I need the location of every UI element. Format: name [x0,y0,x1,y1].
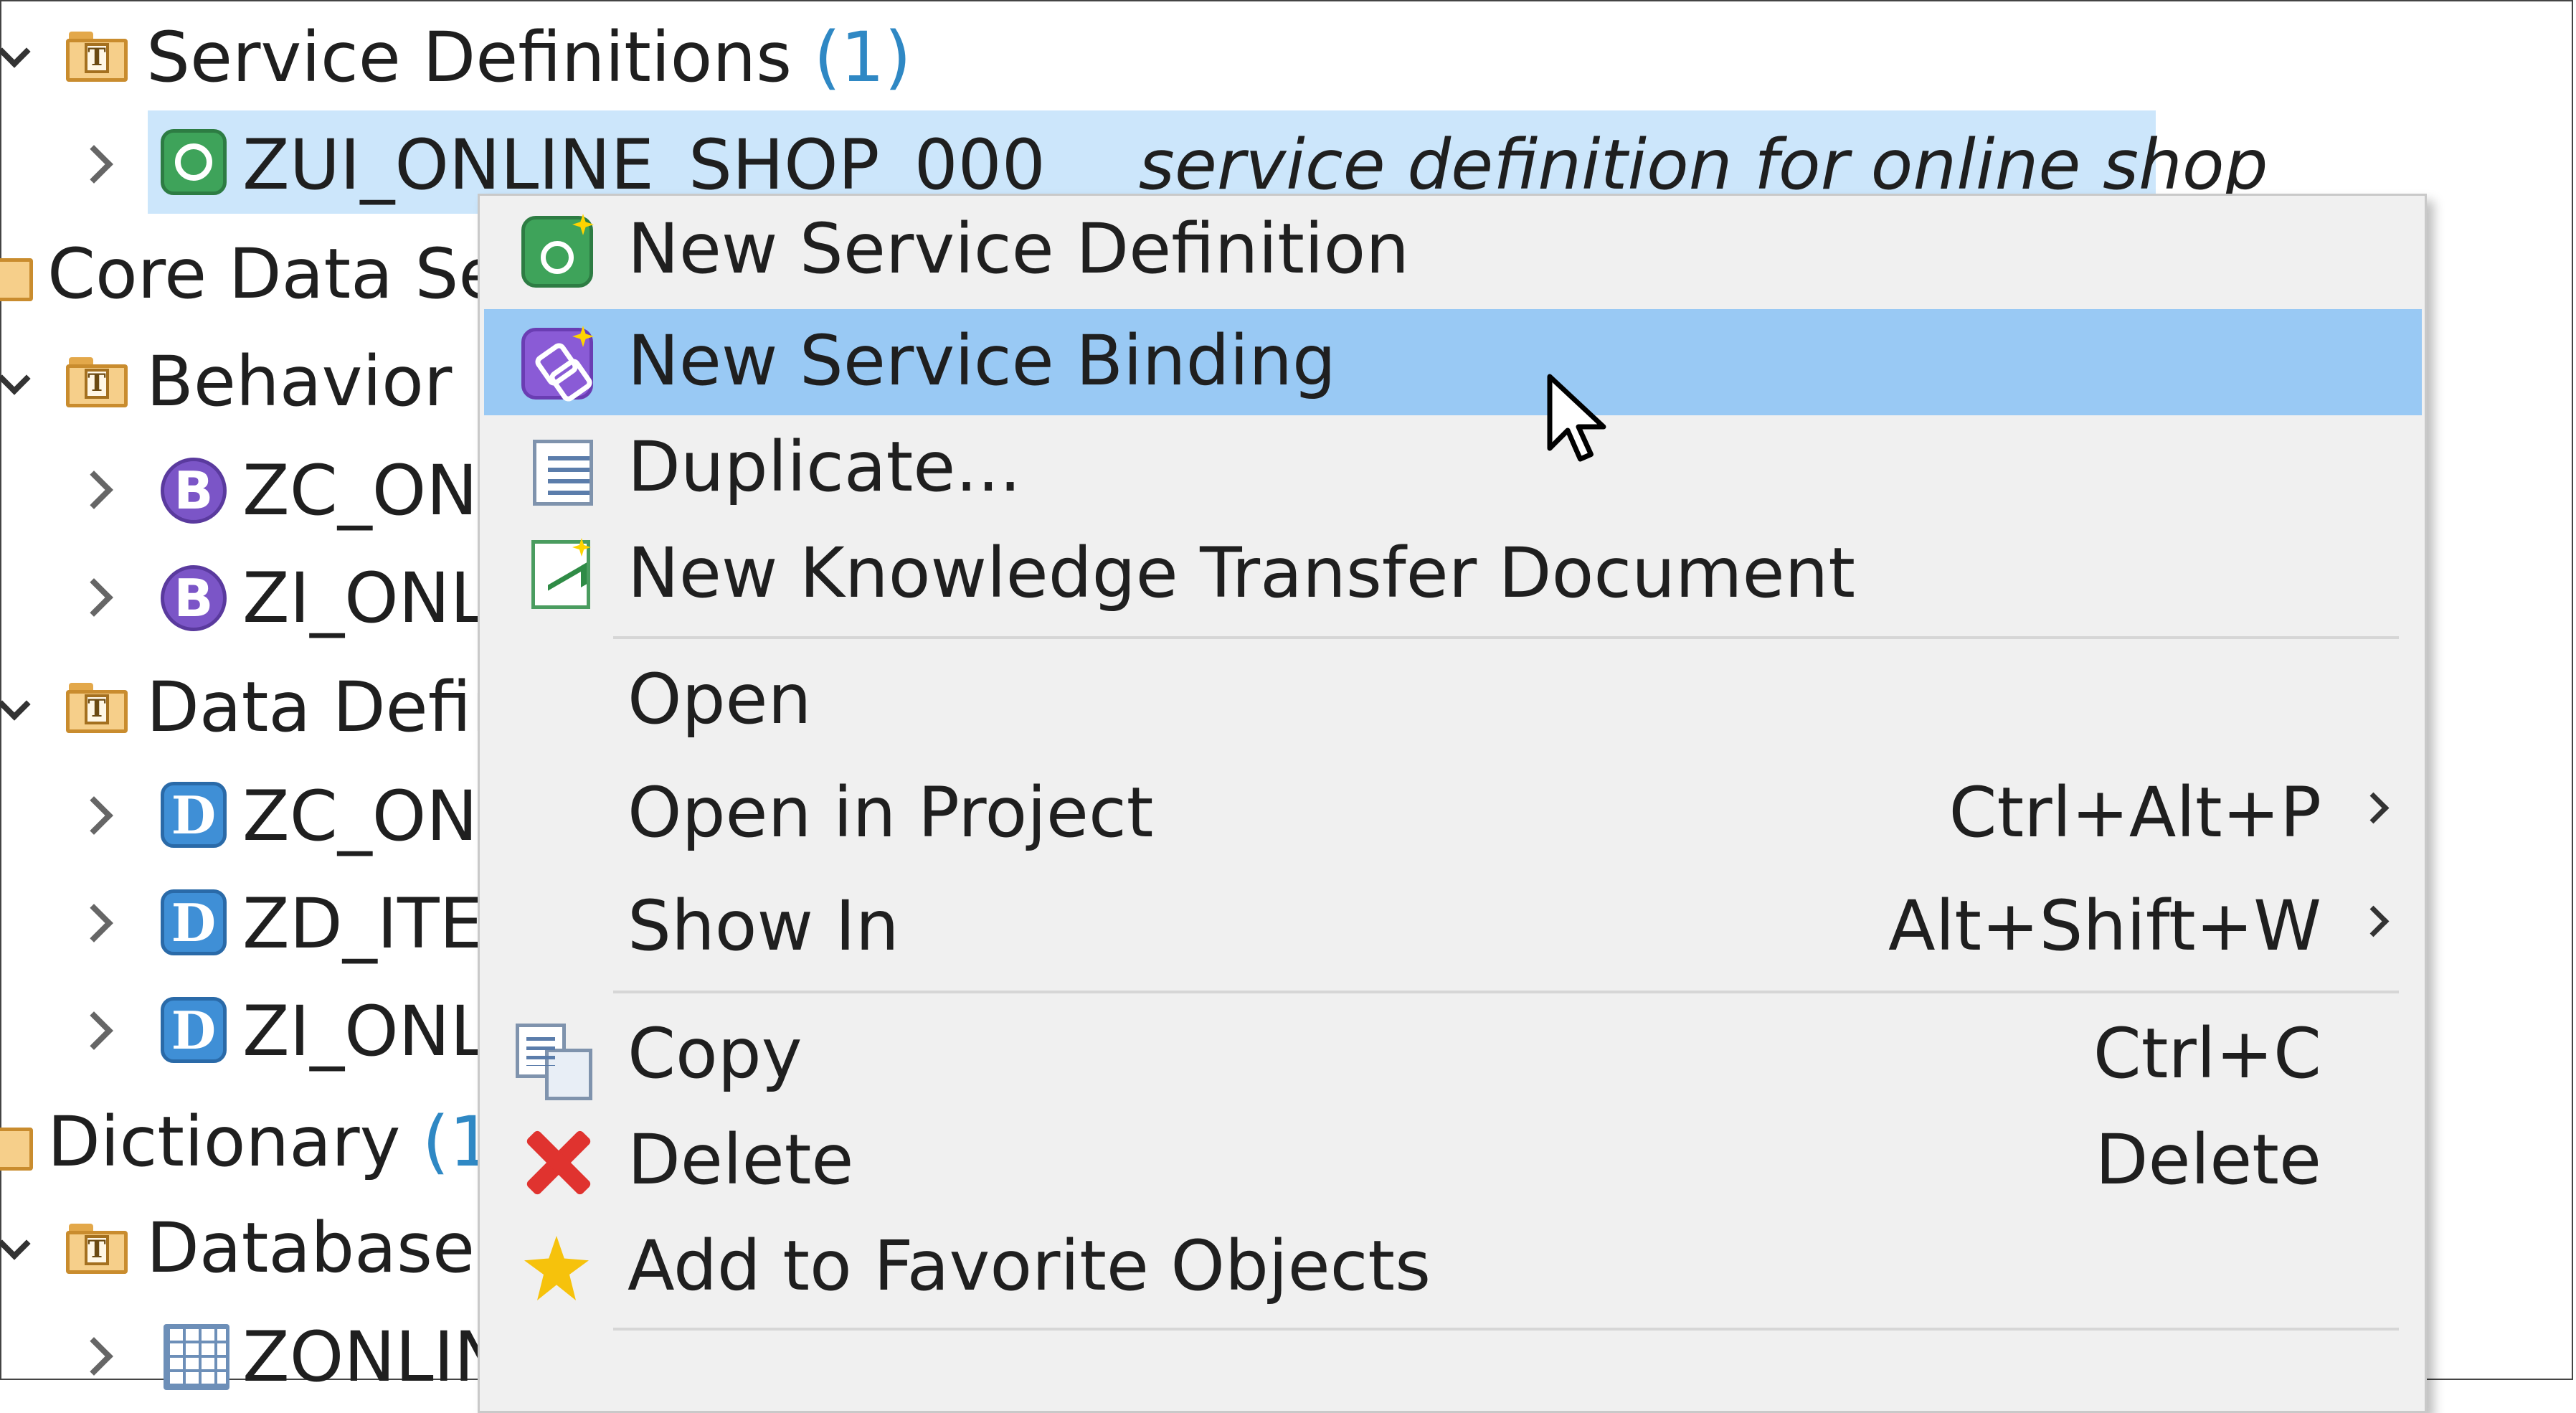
expand-arrow-icon[interactable] [10,689,53,732]
tree-item-label: ZD_ITEI [242,884,503,964]
tree-item-data-definition[interactable]: ZC_ON [242,766,478,866]
tree-item-data-definition[interactable]: ZD_ITEI [242,874,503,974]
menu-separator [613,991,2399,993]
menu-item-add-to-favorite-objects[interactable]: Add to Favorite Objects [484,1214,2422,1320]
item-count: (1) [813,17,911,98]
menu-item-label: New Service Binding [628,321,1336,401]
service-definition-icon [161,129,227,195]
menu-item-shortcut: Alt+Shift+W [1888,886,2321,966]
menu-item-new-service-binding[interactable]: New Service Binding [484,309,2422,415]
duplicate-icon [525,432,593,506]
menu-item-label: Duplicate... [628,427,1021,507]
tree-item-core-data-services[interactable]: Core Data Se [47,224,501,324]
tree-item-label: ZI_ONL [242,991,488,1072]
menu-separator [613,636,2399,639]
menu-item-copy[interactable]: Copy Ctrl+C [484,1002,2422,1108]
collapse-arrow-icon[interactable] [72,902,115,945]
tree-item-behavior-definitions[interactable]: Behavior D [146,331,527,432]
menu-item-label: Open [628,659,812,739]
menu-item-shortcut: Ctrl+Alt+P [1948,772,2321,853]
tree-item-label: ZONLIN [242,1317,506,1397]
collapse-arrow-icon[interactable] [72,577,115,620]
tree-item-behavior[interactable]: ZI_ONL [242,548,488,648]
tree-item-label: Data Defir [146,667,500,747]
menu-separator [613,1328,2399,1331]
folder-icon: T [66,357,128,407]
tree-item-label: Behavior D [146,341,527,422]
menu-item-shortcut: Ctrl+C [2093,1013,2321,1094]
menu-item-label: Delete [628,1120,854,1200]
menu-item-label: New Service Definition [628,209,1410,289]
folder-icon: T [66,32,128,82]
menu-item-new-service-definition[interactable]: New Service Definition [484,197,2422,303]
menu-item-label: Add to Favorite Objects [628,1226,1431,1306]
tree-item-label: ZC_ON [242,776,478,856]
behavior-definition-icon: B [161,565,227,631]
service-binding-icon [521,326,594,400]
menu-item-open-in-project[interactable]: Open in Project Ctrl+Alt+P [484,761,2422,867]
folder-icon: T [66,683,128,733]
folder-icon [0,251,33,301]
menu-item-new-knowledge-transfer-document[interactable]: New Knowledge Transfer Document [484,521,2422,628]
delete-icon [521,1127,593,1199]
menu-item-label: Show In [628,886,899,966]
tree-item-database-tables[interactable]: Database [146,1198,475,1298]
tree-item-service-definitions[interactable]: Service Definitions (1) [146,7,911,108]
tree-item-label: Database [146,1208,475,1288]
folder-icon: T [66,1224,128,1274]
mouse-cursor-icon [1547,374,1606,462]
table-icon [164,1324,229,1390]
collapse-arrow-icon[interactable] [72,1010,115,1053]
expand-arrow-icon[interactable] [10,363,53,406]
menu-item-shortcut: Delete [2095,1120,2321,1200]
data-definition-icon: D [161,782,227,848]
menu-item-show-in[interactable]: Show In Alt+Shift+W [484,874,2422,980]
service-definition-icon [521,214,594,288]
tree-item-dictionary[interactable]: Dictionary (1) [47,1092,520,1192]
submenu-arrow-icon [2357,905,2390,937]
data-definition-icon: D [161,889,227,955]
tree-item-label: Dictionary [47,1102,401,1182]
folder-icon [0,1120,33,1171]
knowledge-transfer-icon [531,538,591,609]
menu-item-label: Copy [628,1013,802,1094]
tree-item-label: Core Data Se [47,234,501,314]
collapse-arrow-icon[interactable] [72,1336,115,1379]
tree-item-label: ZC_ON [242,450,478,531]
menu-item-duplicate[interactable]: Duplicate... [484,415,2422,521]
submenu-arrow-icon [2357,792,2390,824]
data-definition-icon: D [161,997,227,1063]
collapse-arrow-icon[interactable] [72,795,115,838]
copy-icon [516,1024,592,1100]
collapse-arrow-icon[interactable] [72,143,115,186]
expand-arrow-icon[interactable] [10,36,53,79]
menu-item-label: New Knowledge Transfer Document [628,533,1856,613]
tree-item-table[interactable]: ZONLIN [242,1307,506,1407]
tree-item-data-definitions[interactable]: Data Defir [146,657,500,757]
star-icon [524,1236,589,1300]
tree-item-label: Service Definitions [146,17,792,98]
tree-item-data-definition[interactable]: ZI_ONL [242,981,488,1082]
menu-item-open[interactable]: Open [484,648,2422,754]
context-menu: New Service Definition New Service Bindi… [478,194,2427,1413]
menu-item-label: Open in Project [628,772,1154,853]
behavior-definition-icon: B [161,458,227,524]
menu-item-delete[interactable]: Delete Delete [484,1108,2422,1214]
expand-arrow-icon[interactable] [10,1228,53,1271]
tree-item-behavior[interactable]: ZC_ON [242,440,478,541]
tree-item-label: ZI_ONL [242,558,488,638]
collapse-arrow-icon[interactable] [72,469,115,512]
